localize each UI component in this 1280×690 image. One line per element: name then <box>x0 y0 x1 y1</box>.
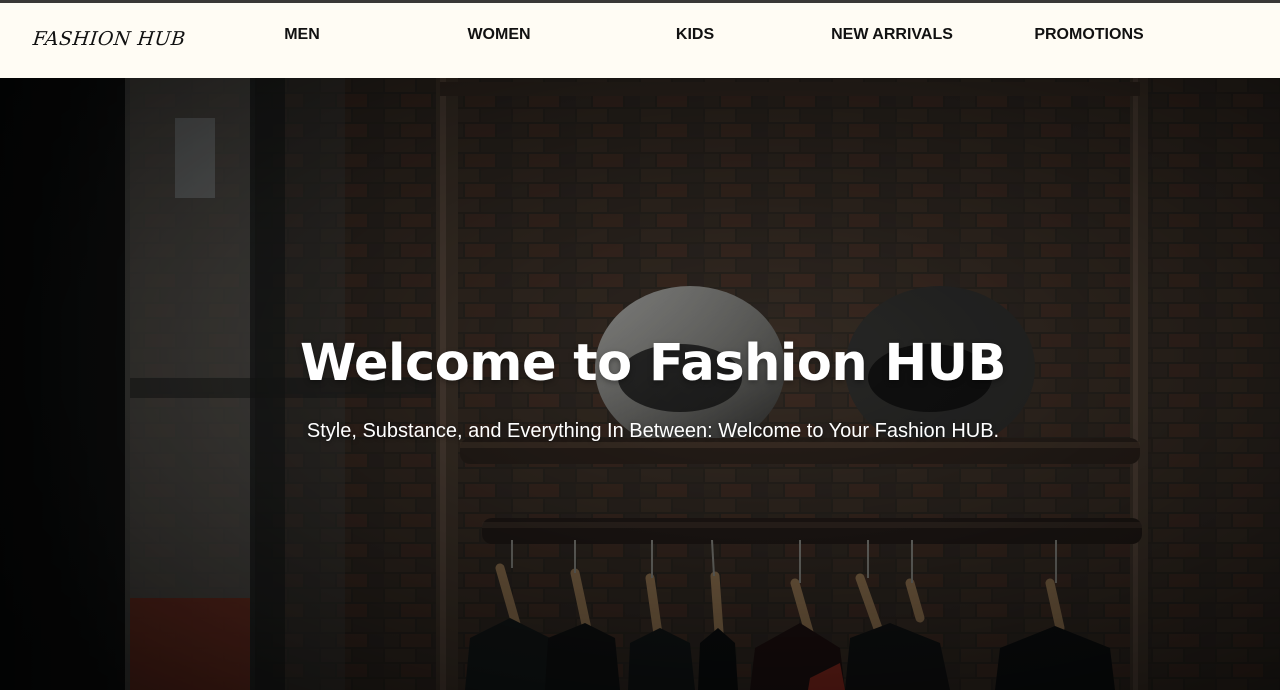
hero-title: Welcome to Fashion HUB <box>300 334 1006 394</box>
nav-link-women[interactable]: WOMEN <box>467 26 530 44</box>
nav-link-men[interactable]: MEN <box>284 26 320 44</box>
navbar: FASHION HUB MEN WOMEN KIDS NEW ARRIVALS … <box>0 3 1280 78</box>
nav-link-new-arrivals[interactable]: NEW ARRIVALS <box>831 26 953 44</box>
hero-subtitle: Style, Substance, and Everything In Betw… <box>306 420 1000 442</box>
brand-logo[interactable]: FASHION HUB <box>32 28 187 50</box>
nav-link-promotions[interactable]: PROMOTIONS <box>1034 26 1143 44</box>
nav-link-kids[interactable]: KIDS <box>676 26 714 44</box>
hero-section: Welcome to Fashion HUB Style, Substance,… <box>0 78 1280 690</box>
